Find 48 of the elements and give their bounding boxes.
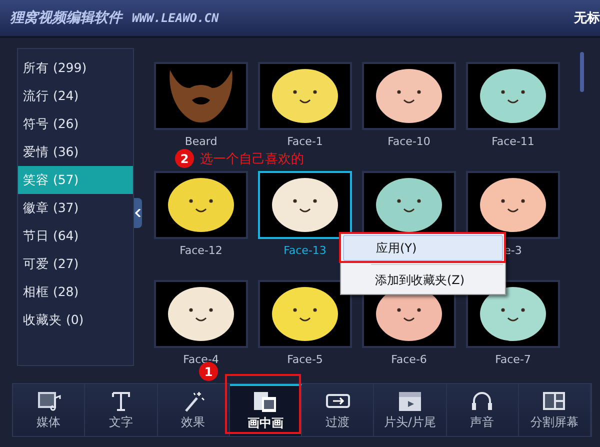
sticker-thumbnail[interactable] bbox=[154, 62, 248, 130]
menu-item[interactable]: 添加到收藏夹(Z) bbox=[343, 268, 503, 292]
category-item[interactable]: 徽章 (37) bbox=[18, 194, 133, 222]
toolbar-tab[interactable]: 声音 bbox=[446, 384, 519, 436]
category-item[interactable]: 流行 (24) bbox=[18, 82, 133, 110]
toolbar-tab[interactable]: 分割屏幕 bbox=[518, 384, 591, 436]
website-url: WWW.LEAWO.CN bbox=[132, 11, 219, 25]
sticker-thumbnail[interactable] bbox=[258, 62, 352, 130]
toolbar-tab[interactable]: 文字 bbox=[85, 384, 158, 436]
sticker-thumbnail[interactable] bbox=[154, 280, 248, 348]
category-item[interactable]: 符号 (26) bbox=[18, 110, 133, 138]
split-screen-icon bbox=[541, 390, 568, 412]
thumbnail-label: Face-7 bbox=[495, 353, 531, 367]
chevron-left-icon bbox=[135, 209, 141, 217]
sticker-thumbnail[interactable] bbox=[154, 171, 248, 239]
annotation-text: 选一个自己喜欢的 bbox=[200, 150, 304, 168]
category-item[interactable]: 爱情 (36) bbox=[18, 138, 133, 166]
sticker-thumbnail[interactable] bbox=[258, 171, 352, 239]
thumbnail-label: Face-11 bbox=[492, 135, 534, 149]
category-item[interactable]: 可爱 (27) bbox=[18, 250, 133, 278]
category-item[interactable]: 相框 (28) bbox=[18, 278, 133, 306]
sticker-thumbnail[interactable] bbox=[466, 62, 560, 130]
clapperboard-icon bbox=[396, 390, 423, 412]
document-title: 无标 bbox=[574, 10, 600, 27]
thumbnail-label: Face-1 bbox=[287, 135, 323, 149]
thumbnail-label: Face-5 bbox=[287, 353, 323, 367]
sticker-thumbnail[interactable] bbox=[466, 171, 560, 239]
menu-item[interactable]: 应用(Y) bbox=[343, 235, 503, 261]
thumbnail-label: Face-10 bbox=[388, 135, 430, 149]
toolbar-tab[interactable]: 媒体 bbox=[13, 384, 86, 436]
category-item[interactable]: 节日 (64) bbox=[18, 222, 133, 250]
app-title: 狸窝视频编辑软件 bbox=[10, 9, 122, 27]
scrollbar-thumb[interactable] bbox=[580, 52, 584, 92]
thumbnail-label: Face-12 bbox=[180, 244, 222, 258]
category-item[interactable]: 所有 (299) bbox=[18, 54, 133, 82]
step-number-badge: 1 bbox=[199, 362, 218, 381]
sticker-thumbnail[interactable] bbox=[258, 280, 352, 348]
thumbnail-label: Face-13 bbox=[284, 244, 326, 258]
sticker-thumbnail[interactable] bbox=[466, 280, 560, 348]
sticker-thumbnail[interactable] bbox=[362, 62, 456, 130]
thumbnail-label: Beard bbox=[184, 135, 218, 149]
toolbar-tab[interactable]: 过渡 bbox=[302, 384, 374, 436]
collapse-handle[interactable] bbox=[134, 198, 142, 228]
category-item[interactable]: 收藏夹 (0) bbox=[18, 306, 133, 334]
toolbar-tab[interactable]: 片头/片尾 bbox=[374, 384, 446, 436]
step-number-badge: 2 bbox=[175, 149, 194, 168]
thumbnail-label: Face-6 bbox=[391, 353, 427, 367]
toolbar-tab[interactable]: 画中画 bbox=[230, 384, 302, 436]
